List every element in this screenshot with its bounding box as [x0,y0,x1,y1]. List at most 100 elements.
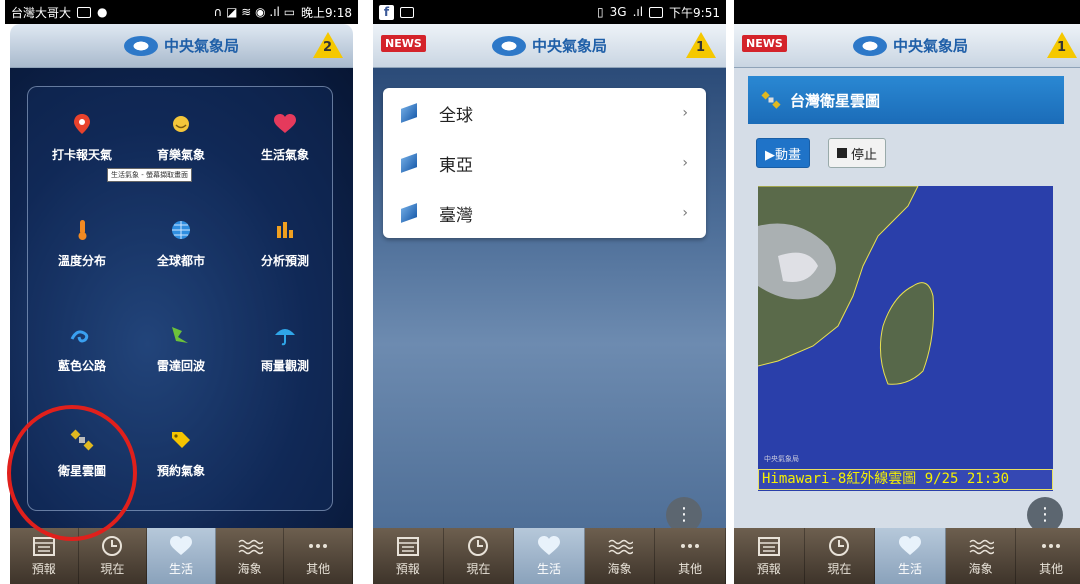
stop-button[interactable]: 停止 [828,138,887,168]
heart-icon [537,536,560,555]
tab-other[interactable]: 其他 [284,528,353,584]
clock-icon [102,536,123,556]
region-label: 東亞 [439,155,473,176]
carrier-label: 台灣大哥大 [11,5,72,20]
tab-other[interactable]: 其他 [1016,528,1080,584]
tab-sea[interactable]: 海象 [946,528,1017,584]
menu-item-temperature[interactable]: 溫度分布 [27,196,137,286]
menu-item-label: 預約氣象 [156,464,205,478]
alert-count: 2 [323,40,333,55]
app-bar: 中央氣象局 2 [10,24,353,68]
region-item-east-asia[interactable]: 東亞 › [383,138,706,188]
tab-life[interactable]: 生活 [514,528,585,584]
cwb-logo-icon [491,35,526,56]
tab-label: 海象 [968,562,993,576]
chevron-right-icon: › [682,205,688,221]
satellite-flag-icon [401,153,417,173]
heart-icon [274,114,296,133]
app-logo: 中央氣象局 [852,35,968,56]
tab-label: 預報 [395,562,420,576]
menu-item-recreation-weather[interactable]: 育樂氣象 [126,90,236,180]
menu-item-checkin-weather[interactable]: 打卡報天氣 [27,90,137,180]
status-bar: 台灣大哥大 ● ∩ ◪ ≋ ◉ .ıl ▭ 晚上9:18 [5,0,358,24]
satellite-map-graphic [758,186,1053,491]
tab-now[interactable]: 現在 [444,528,515,584]
region-label: 臺灣 [439,205,473,226]
facebook-notification-icon: f [379,4,394,20]
chevron-right-icon: › [682,155,688,171]
menu-item-label: 溫度分布 [57,254,106,268]
calendar-icon [396,537,419,556]
tab-now[interactable]: 現在 [805,528,876,584]
image-notification-icon [77,6,92,18]
tab-label: 現在 [827,562,852,576]
status-time: 晚上9:18 [301,5,352,20]
news-button[interactable]: NEWS [381,35,426,52]
tab-sea[interactable]: 海象 [585,528,656,584]
region-menu: 全球 › 東亞 › 臺灣 › [383,88,706,238]
status-bar: f ▯ 3G .ıl 下午9:51 [373,0,726,24]
message-notification-icon [400,6,414,18]
phone-screen-life-menu: 台灣大哥大 ● ∩ ◪ ≋ ◉ .ıl ▭ 晚上9:18 中央氣象局 2 打卡報… [5,0,358,584]
menu-item-label: 打卡報天氣 [51,148,112,162]
location-pin-icon [74,114,90,134]
tab-label: 其他 [306,562,331,576]
region-list-content: 全球 › 東亞 › 臺灣 › ⋮ [373,68,726,528]
more-options-button[interactable]: ⋮ [1027,497,1063,528]
menu-item-label: 育樂氣象 [156,148,205,162]
more-icon [1042,544,1061,548]
menu-item-analysis-forecast[interactable]: 分析預測 [230,196,340,286]
tab-forecast[interactable]: 預報 [373,528,444,584]
tab-label: 海象 [237,562,262,576]
menu-item-rainfall[interactable]: 雨量觀測 [230,301,340,391]
tab-other[interactable]: 其他 [655,528,726,584]
news-button[interactable]: NEWS [742,35,787,52]
tab-label: 現在 [100,562,125,576]
heart-icon [898,536,921,555]
menu-item-subscribe-weather[interactable]: 預約氣象 [126,406,236,496]
menu-item-label: 雷達回波 [156,359,205,373]
bottom-tab-bar: 預報 現在 生活 海象 其他 [734,528,1080,584]
vibrate-icon: ▯ [597,5,604,19]
chevron-right-icon: › [682,105,688,121]
umbrella-icon [275,329,295,346]
alert-warning-icon[interactable]: 1 [1047,32,1077,58]
wave-icon [608,539,633,555]
signal-icons: ∩ ◪ ≋ ◉ .ıl ▭ [213,5,296,19]
app-notification-icon: ● [97,5,108,19]
section-header: 台灣衛星雲圖 [748,76,1064,124]
thermometer-icon [78,220,87,240]
tab-label: 其他 [678,562,703,576]
alert-warning-icon[interactable]: 2 [313,32,343,58]
network-type: 3G [609,5,627,19]
status-bar [734,0,1080,24]
wave-icon [70,330,89,343]
menu-item-blue-highway[interactable]: 藍色公路 [27,301,137,391]
sun-icon [173,116,189,132]
battery-icon [649,6,664,18]
heart-icon [169,536,192,555]
radar-icon [172,327,188,343]
wave-icon [969,539,994,555]
tab-sea[interactable]: 海象 [216,528,285,584]
cwb-logo-icon [852,35,887,56]
region-item-taiwan[interactable]: 臺灣 › [383,188,706,238]
region-item-global[interactable]: 全球 › [383,88,706,138]
bottom-tab-bar: 預報 現在 生活 海象 其他 [373,528,726,584]
image-caption: Himawari-8紅外線雲圖 9/25 21:30 [758,469,1053,490]
play-animation-button[interactable]: ▶動畫 [756,138,810,168]
app-title: 中央氣象局 [531,37,607,55]
tab-life[interactable]: 生活 [147,528,216,584]
more-icon [681,544,700,548]
menu-item-label: 雨量觀測 [260,359,309,373]
tab-label: 生活 [897,562,922,576]
alert-warning-icon[interactable]: 1 [686,32,716,58]
menu-item-radar[interactable]: 雷達回波 [126,301,236,391]
menu-item-life-weather[interactable]: 生活氣象 [230,90,340,180]
phone-screen-satellite-region: f ▯ 3G .ıl 下午9:51 NEWS 中央氣象局 1 全球 › 東亞 ›… [373,0,726,584]
tab-life[interactable]: 生活 [875,528,946,584]
tab-forecast[interactable]: 預報 [734,528,805,584]
more-options-button[interactable]: ⋮ [666,497,702,528]
menu-item-global-cities[interactable]: 全球都市 [126,196,236,286]
calendar-icon [757,537,780,556]
